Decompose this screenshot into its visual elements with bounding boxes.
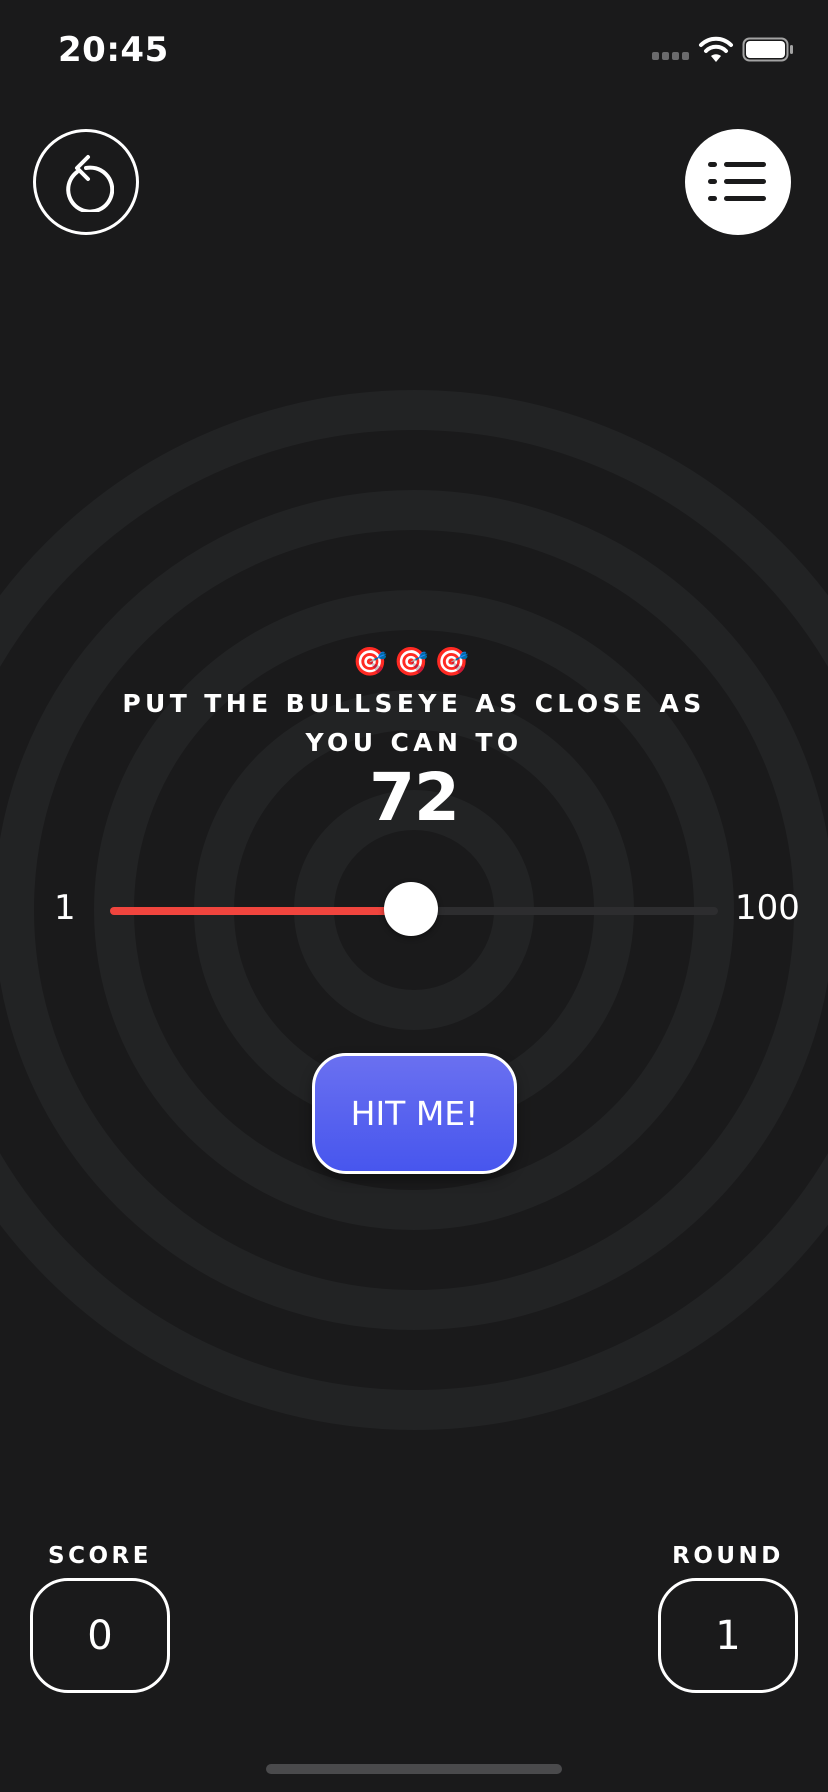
wifi-icon: [699, 36, 733, 62]
instruction-text: PUT THE BULLSEYE AS CLOSE AS YOU CAN TO: [122, 689, 706, 757]
home-indicator: [266, 1764, 562, 1774]
slider-thumb[interactable]: [383, 882, 438, 936]
darts-indicator: 🎯🎯🎯: [352, 646, 476, 677]
score-label: SCORE: [48, 1543, 152, 1569]
slider-min-label: 1: [54, 888, 76, 928]
round-label: ROUND: [672, 1543, 784, 1569]
status-bar: 20:45: [0, 0, 828, 100]
target-number: 72: [369, 759, 460, 836]
leaderboard-button[interactable]: [685, 129, 791, 235]
slider-max-label: 100: [735, 888, 800, 928]
cellular-signal-icon: [652, 52, 689, 60]
restart-icon: [66, 155, 114, 212]
hit-me-button[interactable]: HIT ME!: [312, 1053, 517, 1174]
status-time: 20:45: [58, 30, 169, 70]
score-value: 0: [30, 1578, 170, 1693]
restart-button[interactable]: [33, 129, 139, 235]
battery-icon: [742, 37, 793, 62]
list-icon: [708, 162, 766, 201]
round-value: 1: [658, 1578, 798, 1693]
slider-fill: [110, 907, 411, 915]
